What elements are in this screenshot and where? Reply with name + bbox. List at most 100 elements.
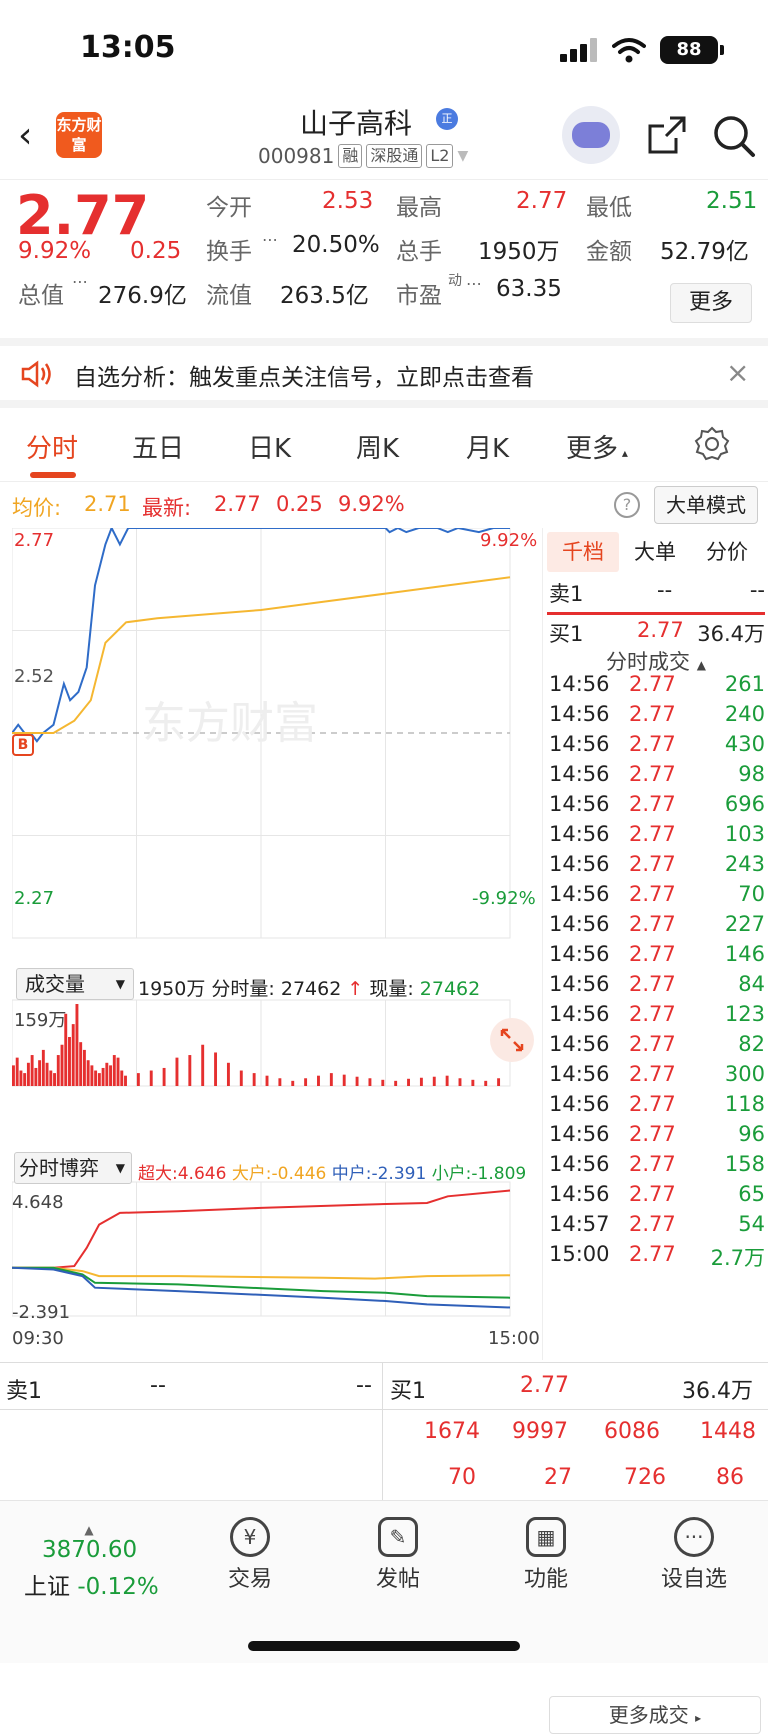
volume-bar [239,1070,243,1086]
mktcap-value: 276.9亿 [98,283,187,309]
capital-flow-bar: 分时博弈 ▼ 超大:4.646 大户:-0.446 中户:-2.391 小户:-1… [12,1152,542,1186]
close-icon[interactable]: × [726,356,749,389]
volume-bar [329,1073,333,1086]
volume-bar [116,1057,120,1086]
trade-time: 14:56 [549,912,610,936]
avg-value: 2.71 [84,492,131,516]
nav-add-watchlist[interactable]: ··· 设自选 [644,1517,744,1593]
latest-label: 最新: [142,496,192,520]
trade-volume: 54 [738,1212,765,1236]
nav-post[interactable]: ✎ 发帖 [348,1517,448,1593]
latest-change: 0.25 [276,492,323,516]
trade-price: 2.77 [629,912,676,936]
volume-bar [12,1065,15,1086]
assistant-robot-avatar[interactable] [562,106,620,164]
trade-row: 14:57 2.77 54 [547,1212,765,1244]
volume-bar [82,1049,86,1086]
volume-bar [26,1062,30,1086]
volume-label: 总手 [396,239,442,265]
pct-axis-bottom: -9.92% [472,888,536,909]
stock-code: 000981 [258,144,335,168]
trade-time: 14:56 [549,972,610,996]
buy-marker[interactable]: B [12,734,34,756]
back-arrow-icon[interactable]: ‹ [18,118,48,154]
volume-bar [49,1070,53,1086]
big-order-mode-button[interactable]: 大单模式 [654,486,758,524]
tab-intraday[interactable]: 分时 [26,428,78,465]
tab-month-k[interactable]: 月K [466,428,509,465]
info-dots-icon[interactable]: ⋯ [262,230,278,249]
order-book-tabs: 千档 大单 分价 [547,532,765,572]
help-icon[interactable]: ? [614,492,640,518]
trade-price: 2.77 [629,1122,676,1146]
info-dots-icon[interactable]: ⋯ [72,272,88,291]
volume-bar [60,1044,64,1086]
alert-banner[interactable]: 自选分析：触发重点关注信号，立即点击查看 × [0,338,768,408]
volume-bar [484,1080,488,1086]
index-name: 上证 [24,1574,70,1600]
volume-bar [53,1073,56,1086]
sell1-label: 卖1 [549,582,584,606]
trade-row: 14:56 2.77 146 [547,942,765,974]
index-ticker[interactable]: ▲ 3870.60 上证 -0.12% [24,1523,174,1601]
gear-icon[interactable] [694,426,730,462]
volume-bar [188,1055,192,1086]
quote-panel: 2.77 9.92% 0.25 今开 2.53 最高 2.77 最低 2.51 … [0,180,768,338]
search-icon[interactable] [712,114,756,158]
volume-bar [30,1055,34,1086]
trade-volume: 65 [738,1182,765,1206]
volume-bar [381,1079,385,1086]
bb-cell: 27 [544,1465,572,1490]
volume-max-label: 159万 [14,1010,67,1031]
pe-label: 市盈 [396,283,442,309]
trade-volume: 84 [738,972,765,996]
trade-icon: ¥ [230,1517,270,1557]
trade-price: 2.77 [629,1242,676,1266]
trade-time: 14:56 [549,1122,610,1146]
latest-value: 2.77 [214,492,261,516]
trade-row: 14:56 2.77 70 [547,882,765,914]
volume-bar [304,1078,308,1086]
trade-volume: 158 [724,1152,765,1176]
tab-week-k[interactable]: 周K [356,428,399,465]
trade-price: 2.77 [629,1212,676,1236]
intraday-chart[interactable]: 东方财富 2.77 9.92% 2.52 2.27 -9.92% B 成交量 ▼ … [12,528,542,1360]
tab-more[interactable]: 更多 ▴ [566,428,628,465]
more-trades-button[interactable]: 更多成交 ▸ [549,1696,761,1734]
tab-thousand-levels[interactable]: 千档 [547,532,619,572]
volume-bar [291,1080,295,1086]
share-icon[interactable] [646,114,688,156]
trade-price: 2.77 [629,1182,676,1206]
high-value: 2.77 [516,188,568,214]
nav-functions[interactable]: ▦ 功能 [496,1517,596,1593]
expand-icon[interactable] [490,1018,534,1062]
tab-five-day[interactable]: 五日 [132,428,184,465]
stock-code-line[interactable]: 000981 融 深股通 L2 ▼ [258,144,468,168]
book-row-divider [0,1409,768,1410]
tab-day-k[interactable]: 日K [248,428,291,465]
trade-time: 14:56 [549,762,610,786]
volume-bar [45,1062,49,1086]
info-dots-icon[interactable]: ⋯ [466,274,482,293]
tab-price-distribution[interactable]: 分价 [691,532,763,572]
open-label: 今开 [206,195,252,221]
connect-tag: 深股通 [366,144,423,168]
trade-price: 2.77 [629,672,676,696]
volume-bar [317,1075,320,1086]
trade-price: 2.77 [629,1152,676,1176]
trade-volume: 96 [738,1122,765,1146]
tab-big-orders[interactable]: 大单 [619,532,691,572]
trade-volume: 696 [724,792,765,816]
nav-trade[interactable]: ¥ 交易 [200,1517,300,1593]
stock-name[interactable]: 山子高科 [300,102,412,142]
volume-bar [278,1078,282,1086]
volume-bar [497,1078,501,1086]
bb-cell: 1448 [700,1419,756,1444]
volume-indicator-dropdown[interactable]: 成交量 ▼ [16,968,134,1000]
more-quote-button[interactable]: 更多 [670,283,752,323]
volume-bar [71,1024,75,1086]
trade-time: 14:56 [549,942,610,966]
trade-time: 14:56 [549,1152,610,1176]
flow-indicator-dropdown[interactable]: 分时博弈 ▼ [14,1152,132,1184]
buy1-volume: 36.4万 [697,622,765,646]
